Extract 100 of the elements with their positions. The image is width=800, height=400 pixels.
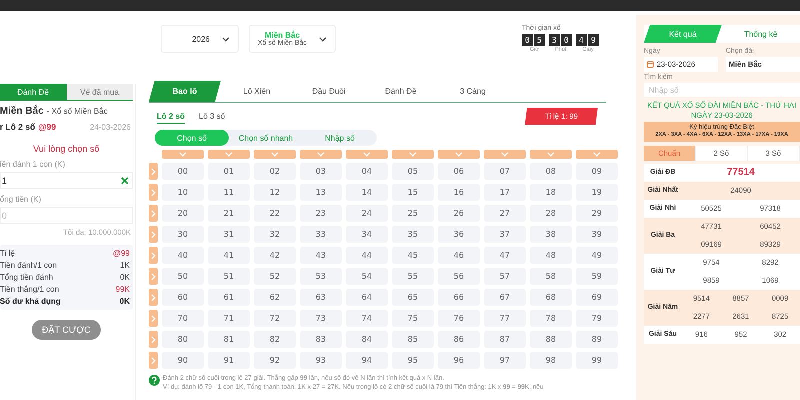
number-cell[interactable]: 41 [208, 247, 250, 264]
number-cell[interactable]: 29 [576, 205, 618, 222]
number-cell[interactable]: 97 [484, 352, 526, 369]
column-select-button[interactable] [300, 150, 342, 159]
number-cell[interactable]: 19 [576, 184, 618, 201]
number-cell[interactable]: 56 [438, 268, 480, 285]
stake-field[interactable]: 1 [0, 172, 133, 189]
number-cell[interactable]: 26 [438, 205, 480, 222]
number-cell[interactable]: 90 [162, 352, 204, 369]
number-cell[interactable]: 08 [530, 163, 572, 180]
number-cell[interactable]: 72 [254, 310, 296, 327]
clear-icon[interactable] [121, 177, 129, 185]
number-cell[interactable]: 71 [208, 310, 250, 327]
number-cell[interactable]: 10 [162, 184, 204, 201]
place-bet-button[interactable]: ĐẶT CƯỢC [32, 320, 101, 340]
date-select[interactable]: 2026 [161, 25, 239, 53]
number-cell[interactable]: 04 [346, 163, 388, 180]
number-cell[interactable]: 88 [530, 331, 572, 348]
panel-tab[interactable]: Vé đã mua [66, 84, 133, 100]
number-cell[interactable]: 25 [392, 205, 434, 222]
number-cell[interactable]: 13 [300, 184, 342, 201]
number-cell[interactable]: 31 [208, 226, 250, 243]
number-cell[interactable]: 60 [162, 289, 204, 306]
column-select-button[interactable] [162, 150, 204, 159]
number-cell[interactable]: 15 [392, 184, 434, 201]
number-cell[interactable]: 53 [300, 268, 342, 285]
number-cell[interactable]: 11 [208, 184, 250, 201]
number-cell[interactable]: 16 [438, 184, 480, 201]
column-select-button[interactable] [392, 150, 434, 159]
number-cell[interactable]: 68 [530, 289, 572, 306]
number-cell[interactable]: 50 [162, 268, 204, 285]
column-select-button[interactable] [346, 150, 388, 159]
number-cell[interactable]: 61 [208, 289, 250, 306]
number-cell[interactable]: 80 [162, 331, 204, 348]
number-cell[interactable]: 46 [438, 247, 480, 264]
number-cell[interactable]: 00 [162, 163, 204, 180]
number-cell[interactable]: 98 [530, 352, 572, 369]
number-cell[interactable]: 55 [392, 268, 434, 285]
mode-tab[interactable]: Chọn số nhanh [229, 130, 303, 146]
number-cell[interactable]: 33 [300, 226, 342, 243]
number-cell[interactable]: 06 [438, 163, 480, 180]
number-cell[interactable]: 24 [346, 205, 388, 222]
number-cell[interactable]: 07 [484, 163, 526, 180]
number-cell[interactable]: 96 [438, 352, 480, 369]
number-cell[interactable]: 35 [392, 226, 434, 243]
number-cell[interactable]: 05 [392, 163, 434, 180]
number-cell[interactable]: 81 [208, 331, 250, 348]
number-cell[interactable]: 84 [346, 331, 388, 348]
bet-tab[interactable]: Lô Xiên [221, 81, 293, 102]
number-cell[interactable]: 01 [208, 163, 250, 180]
number-cell[interactable]: 12 [254, 184, 296, 201]
column-select-button[interactable] [530, 150, 572, 159]
number-cell[interactable]: 47 [484, 247, 526, 264]
row-select-button[interactable] [149, 247, 158, 264]
number-cell[interactable]: 62 [254, 289, 296, 306]
number-cell[interactable]: 40 [162, 247, 204, 264]
number-cell[interactable]: 57 [484, 268, 526, 285]
number-cell[interactable]: 66 [438, 289, 480, 306]
number-cell[interactable]: 23 [300, 205, 342, 222]
number-cell[interactable]: 18 [530, 184, 572, 201]
number-cell[interactable]: 42 [254, 247, 296, 264]
number-cell[interactable]: 27 [484, 205, 526, 222]
number-cell[interactable]: 52 [254, 268, 296, 285]
column-select-button[interactable] [438, 150, 480, 159]
panel-tab[interactable]: Đánh Đề [0, 84, 66, 100]
column-select-button[interactable] [208, 150, 250, 159]
number-cell[interactable]: 43 [300, 247, 342, 264]
number-cell[interactable]: 69 [576, 289, 618, 306]
number-cell[interactable]: 74 [346, 310, 388, 327]
row-select-button[interactable] [149, 331, 158, 348]
number-cell[interactable]: 28 [530, 205, 572, 222]
row-select-button[interactable] [149, 310, 158, 327]
number-cell[interactable]: 65 [392, 289, 434, 306]
number-cell[interactable]: 51 [208, 268, 250, 285]
number-cell[interactable]: 20 [162, 205, 204, 222]
search-field[interactable]: Nhập số [644, 83, 800, 97]
number-cell[interactable]: 38 [530, 226, 572, 243]
row-select-button[interactable] [149, 289, 158, 306]
bet-tab[interactable]: Đánh Đề [365, 81, 437, 102]
number-cell[interactable]: 58 [530, 268, 572, 285]
number-cell[interactable]: 82 [254, 331, 296, 348]
number-cell[interactable]: 78 [530, 310, 572, 327]
number-cell[interactable]: 39 [576, 226, 618, 243]
sub-tab[interactable]: Lô 3 số [199, 110, 226, 123]
number-cell[interactable]: 99 [576, 352, 618, 369]
number-cell[interactable]: 21 [208, 205, 250, 222]
number-cell[interactable]: 92 [254, 352, 296, 369]
number-cell[interactable]: 94 [346, 352, 388, 369]
number-cell[interactable]: 59 [576, 268, 618, 285]
number-cell[interactable]: 49 [576, 247, 618, 264]
total-field[interactable]: 0 [0, 207, 133, 224]
number-cell[interactable]: 64 [346, 289, 388, 306]
number-cell[interactable]: 30 [162, 226, 204, 243]
number-cell[interactable]: 03 [300, 163, 342, 180]
number-cell[interactable]: 34 [346, 226, 388, 243]
number-cell[interactable]: 63 [300, 289, 342, 306]
number-cell[interactable]: 32 [254, 226, 296, 243]
column-select-button[interactable] [254, 150, 296, 159]
number-cell[interactable]: 86 [438, 331, 480, 348]
number-cell[interactable]: 48 [530, 247, 572, 264]
